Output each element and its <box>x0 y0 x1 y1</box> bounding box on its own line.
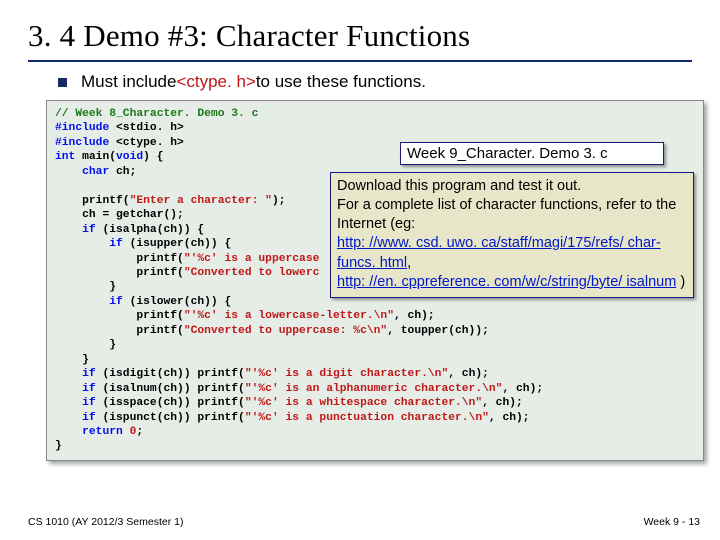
txt: , ch); <box>502 383 543 395</box>
txt: (ispunct(ch)) printf( <box>96 412 245 424</box>
txt: (isspace(ch)) printf( <box>96 397 245 409</box>
desc-line1: Download this program and test it out. <box>337 178 581 194</box>
desc-link2[interactable]: http: //en. cppreference. com/w/c/string… <box>337 274 676 290</box>
txt: (isalpha(ch)) { <box>96 224 204 236</box>
txt: } <box>55 339 116 351</box>
txt: } <box>55 354 89 366</box>
txt: printf( <box>55 310 184 322</box>
code-comment: // Week 8_Character. Demo 3. c <box>55 108 258 120</box>
txt: printf( <box>55 253 184 265</box>
bullet-header-file: <ctype. h> <box>176 72 255 92</box>
title-divider <box>28 60 692 62</box>
txt: } <box>55 440 62 452</box>
str: "'%c' is a uppercase <box>184 253 320 265</box>
txt: <stdio. h> <box>116 122 184 134</box>
txt: printf( <box>55 195 130 207</box>
txt: ); <box>272 195 286 207</box>
bullet-text-prefix: Must include <box>81 72 176 92</box>
desc-comma: , <box>407 255 411 271</box>
kw: void <box>116 151 143 163</box>
kw: if <box>55 238 123 250</box>
str: "'%c' is a digit character.\n" <box>245 368 448 380</box>
str: "Converted to lowerc <box>184 267 320 279</box>
str: "'%c' is a punctuation character.\n" <box>245 412 489 424</box>
footer-right: Week 9 - 13 <box>644 516 700 528</box>
footer-left: CS 1010 (AY 2012/3 Semester 1) <box>28 516 183 528</box>
txt: ; <box>136 426 143 438</box>
description-callout: Download this program and test it out. F… <box>330 172 694 298</box>
txt: (islower(ch)) { <box>123 296 231 308</box>
kw: #include <box>55 122 116 134</box>
str: "Converted to uppercase: %c\n" <box>184 325 387 337</box>
kw: char <box>55 166 109 178</box>
txt: (isdigit(ch)) printf( <box>96 368 245 380</box>
desc-close: ) <box>676 274 685 290</box>
desc-link1[interactable]: http: //www. csd. uwo. ca/staff/magi/175… <box>337 235 661 270</box>
txt: , ch); <box>482 397 523 409</box>
desc-line2: For a complete list of character functio… <box>337 197 676 232</box>
txt: , toupper(ch)); <box>387 325 489 337</box>
slide-title: 3. 4 Demo #3: Character Functions <box>28 18 692 54</box>
kw: if <box>55 383 96 395</box>
txt: ch; <box>109 166 136 178</box>
bullet-square-icon <box>58 78 67 87</box>
txt: , ch); <box>394 310 435 322</box>
txt: (isalnum(ch)) printf( <box>96 383 245 395</box>
kw: #include <box>55 137 116 149</box>
str: "Enter a character: " <box>130 195 272 207</box>
kw: if <box>55 224 96 236</box>
str: "'%c' is an alphanumeric character.\n" <box>245 383 503 395</box>
txt: printf( <box>55 267 184 279</box>
txt: main( <box>75 151 116 163</box>
txt: (isupper(ch)) { <box>123 238 231 250</box>
kw: if <box>55 296 123 308</box>
kw: if <box>55 397 96 409</box>
slide: 3. 4 Demo #3: Character Functions Must i… <box>0 0 720 540</box>
kw: return <box>55 426 130 438</box>
bullet-line: Must include <ctype. h> to use these fun… <box>58 72 692 92</box>
str: "'%c' is a lowercase-letter.\n" <box>184 310 394 322</box>
str: "'%c' is a whitespace character.\n" <box>245 397 482 409</box>
txt: } <box>55 281 116 293</box>
filename-callout: Week 9_Character. Demo 3. c <box>400 142 664 165</box>
txt: <ctype. h> <box>116 137 184 149</box>
txt: ) { <box>143 151 163 163</box>
bullet-text-suffix: to use these functions. <box>256 72 426 92</box>
kw: if <box>55 412 96 424</box>
kw: int <box>55 151 75 163</box>
footer: CS 1010 (AY 2012/3 Semester 1) Week 9 - … <box>28 516 700 528</box>
txt: , ch); <box>448 368 489 380</box>
txt: , ch); <box>489 412 530 424</box>
txt: printf( <box>55 325 184 337</box>
txt: ch = getchar(); <box>55 209 184 221</box>
kw: if <box>55 368 96 380</box>
